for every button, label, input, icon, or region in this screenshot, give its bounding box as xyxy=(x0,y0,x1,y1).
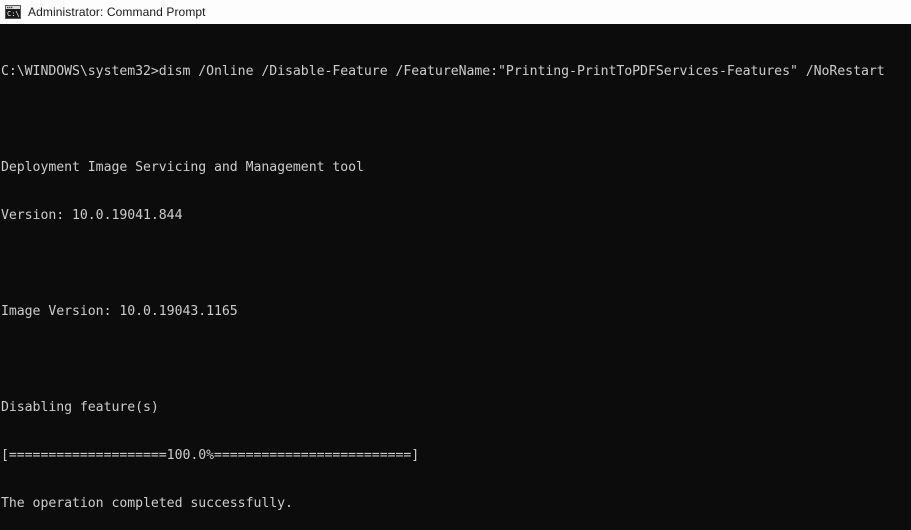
console-line: Version: 10.0.19041.844 xyxy=(1,208,183,223)
console-line: C:\WINDOWS\system32>dism /Online /Disabl… xyxy=(1,64,885,79)
window-titlebar[interactable]: C:\ Administrator: Command Prompt xyxy=(0,0,911,24)
console-line: Deployment Image Servicing and Managemen… xyxy=(1,160,364,175)
console-line: The operation completed successfully. xyxy=(1,496,293,511)
command-prompt-window: C:\ Administrator: Command Prompt C:\WIN… xyxy=(0,0,911,530)
console-line: Disabling feature(s) xyxy=(1,400,159,415)
progress-bar-line: [====================100.0%=============… xyxy=(1,448,420,463)
console-output-area[interactable]: C:\WINDOWS\system32>dism /Online /Disabl… xyxy=(0,24,911,530)
svg-text:C:\: C:\ xyxy=(7,10,20,18)
command-prompt-icon: C:\ xyxy=(5,4,21,20)
console-line: Image Version: 10.0.19043.1165 xyxy=(1,304,238,319)
window-title: Administrator: Command Prompt xyxy=(28,5,206,19)
